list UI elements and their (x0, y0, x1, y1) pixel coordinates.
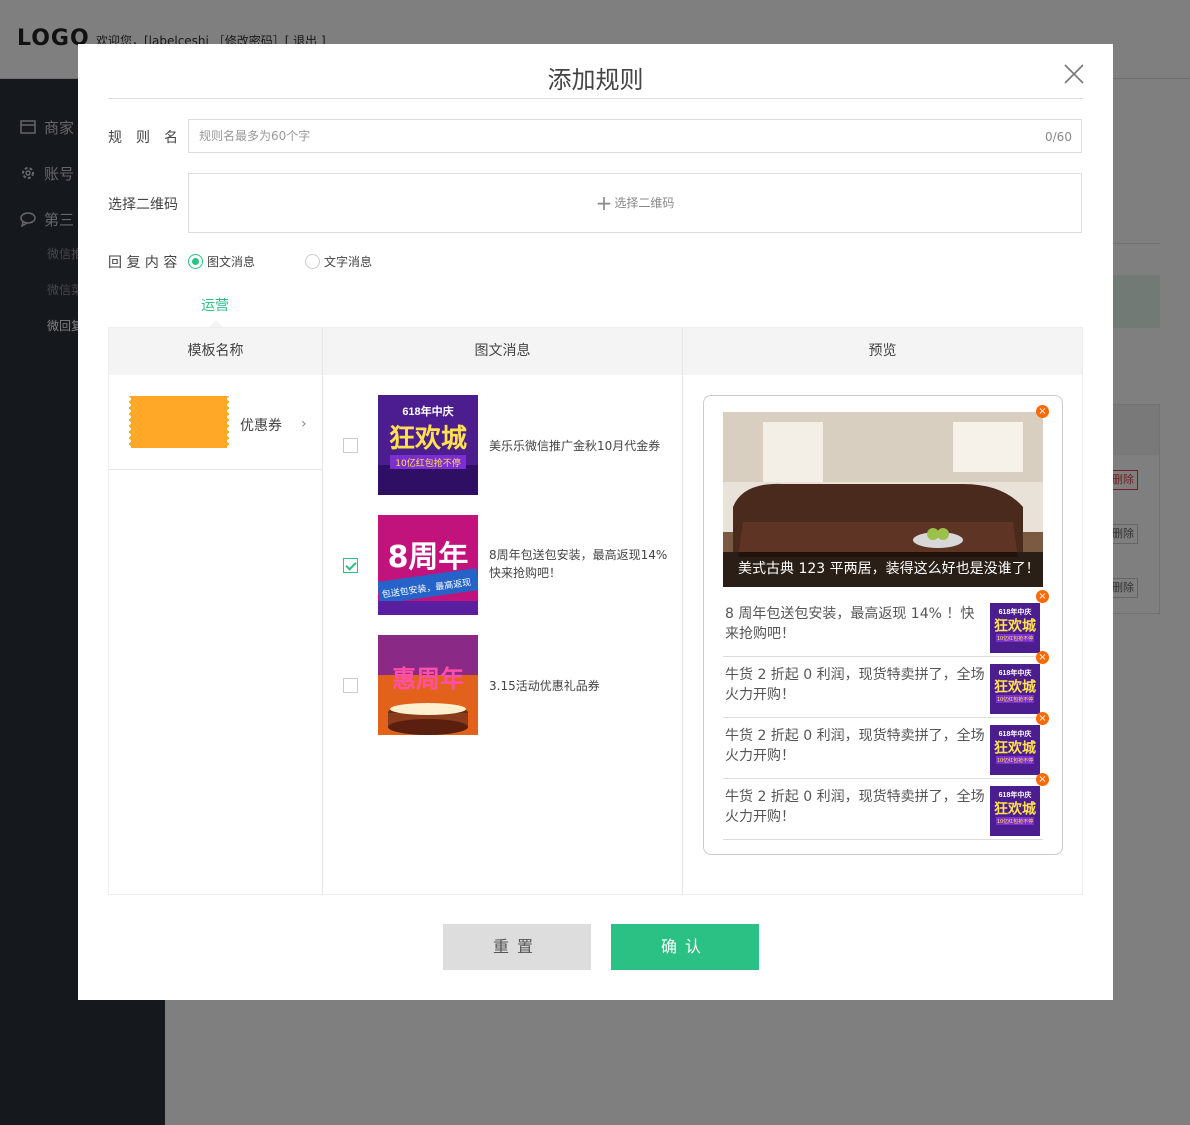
preview-thumb-image: 618年中庆 狂欢城 10亿红包抢不停 (990, 725, 1040, 775)
thumb-text: 10亿红包抢不停 (395, 457, 460, 469)
preview-item-text: 牛货 2 折起 0 利润，现货特卖拼了，全场火力开购！ (725, 789, 985, 825)
preview-item: 8 周年包送包安装，最高返现 14% ！快来抢购吧！ 618年中庆 狂欢城 10亿红… (723, 596, 1043, 657)
cover-image: 美式古典 123 平两居，装得这么好也是没谁了！ (723, 412, 1043, 587)
add-rule-modal: 添加规则 规 则 名 0/60 选择二维码 +选择二维码 回 复 内 容 图文消… (78, 44, 1113, 1000)
radio-icon (188, 254, 203, 269)
thumb-text: 狂欢城 (389, 424, 467, 454)
thumb-text: 10亿红包抢不停 (997, 635, 1033, 642)
promo-618-image: 618年中庆 狂欢城 10亿红包抢不停 (378, 395, 478, 495)
preview-item-text: 牛货 2 折起 0 利润，现货特卖拼了，全场火力开购！ (725, 728, 985, 764)
column-divider (682, 328, 683, 894)
thumb-text: 10亿红包抢不停 (997, 696, 1033, 703)
preview-thumb-image: 618年中庆 狂欢城 10亿红包抢不停 (990, 664, 1040, 714)
thumb-text: 618年中庆 (402, 404, 453, 418)
message-text: 8周年包送包安装，最高返现14%快来抢购吧！ (489, 548, 668, 580)
reset-button[interactable]: 重置 (443, 924, 591, 970)
preview-panel: 美式古典 123 平两居，装得这么好也是没谁了！ × 8 周年包送包安装，最高返… (703, 395, 1063, 855)
list-item: 惠周年 3.15活动优惠礼品券 (323, 635, 682, 735)
thumb-text: 10亿红包抢不停 (997, 818, 1033, 825)
thumb-text: 惠周年 (392, 665, 464, 693)
remove-icon[interactable]: × (1036, 651, 1049, 664)
cover-caption: 美式古典 123 平两居，装得这么好也是没谁了！ (723, 552, 1043, 587)
preview-item-text: 8 周年包送包安装，最高返现 14% ！快来抢购吧！ (725, 606, 975, 642)
message-checkbox[interactable] (343, 678, 358, 693)
radio-label: 图文消息 (207, 255, 256, 269)
radio-label: 文字消息 (324, 255, 373, 269)
promo-anniversary-image: 8周年 包送包安装，最高返现 (378, 515, 478, 615)
column-header: 预览 (683, 328, 1082, 375)
template-table: 模板名称 图文消息 预览 优惠券 › 618年中庆 狂欢城 10亿红包抢不停 美… (108, 327, 1083, 895)
thumb-text: 狂欢城 (994, 801, 1036, 818)
qrcode-label: 选择二维码 (108, 197, 178, 213)
preview-thumb-image: 618年中庆 狂欢城 10亿红包抢不停 (990, 786, 1040, 836)
close-icon[interactable] (1062, 62, 1086, 86)
select-qrcode-label: 选择二维码 (614, 196, 675, 210)
preview-item-text: 牛货 2 折起 0 利润，现货特卖拼了，全场火力开购！ (725, 667, 985, 703)
divider (108, 98, 1083, 99)
reply-content-label: 回 复 内 容 (108, 255, 178, 271)
thumb-text: 8周年 (388, 540, 469, 575)
select-qrcode-button[interactable]: + 选择二维码 (188, 173, 1082, 233)
radio-icon (305, 254, 320, 269)
list-item: 8周年 包送包安装，最高返现 8周年包送包安装，最高返现14%快来抢购吧！ (323, 515, 682, 615)
radio-text-message[interactable]: 文字消息 (305, 253, 372, 270)
rule-name-label: 规 则 名 (108, 130, 178, 146)
message-text: 美乐乐微信推广金秋10月代金券 (489, 439, 661, 453)
chevron-right-icon: › (301, 416, 307, 432)
column-header: 图文消息 (323, 328, 682, 375)
preview-item: 牛货 2 折起 0 利润，现货特卖拼了，全场火力开购！ 618年中庆 狂欢城 10亿… (723, 779, 1043, 840)
message-checkbox[interactable] (343, 558, 358, 573)
template-item-coupon[interactable]: 优惠券 › (109, 375, 322, 470)
thumb-text: 10亿红包抢不停 (997, 757, 1033, 764)
remove-icon[interactable]: × (1036, 590, 1049, 603)
message-checkbox[interactable] (343, 438, 358, 453)
coupon-icon (127, 396, 231, 448)
plus-icon: + (595, 191, 613, 215)
tab-operations[interactable]: 运营 (201, 295, 229, 315)
radio-news-message[interactable]: 图文消息 (188, 253, 255, 270)
promo-cake-image: 惠周年 (378, 635, 478, 735)
remove-icon[interactable]: × (1036, 712, 1049, 725)
thumb-text: 狂欢城 (994, 679, 1036, 696)
remove-icon[interactable]: × (1036, 773, 1049, 786)
list-item: 618年中庆 狂欢城 10亿红包抢不停 美乐乐微信推广金秋10月代金券 (323, 395, 682, 495)
thumb-text: 狂欢城 (994, 618, 1036, 635)
preview-item: 牛货 2 折起 0 利润，现货特卖拼了，全场火力开购！ 618年中庆 狂欢城 10亿… (723, 657, 1043, 718)
thumb-text: 狂欢城 (994, 740, 1036, 757)
column-header: 模板名称 (109, 328, 322, 375)
remove-icon[interactable]: × (1036, 405, 1049, 418)
template-label: 优惠券 (240, 418, 282, 434)
preview-item: 牛货 2 折起 0 利润，现货特卖拼了，全场火力开购！ 618年中庆 狂欢城 10亿… (723, 718, 1043, 779)
preview-thumb-image: 618年中庆 狂欢城 10亿红包抢不停 (990, 603, 1040, 653)
message-text: 3.15活动优惠礼品券 (489, 679, 600, 693)
char-counter: 0/60 (1045, 130, 1072, 144)
confirm-button[interactable]: 确认 (611, 924, 759, 970)
modal-title: 添加规则 (547, 66, 644, 94)
rule-name-input[interactable] (188, 119, 1082, 153)
